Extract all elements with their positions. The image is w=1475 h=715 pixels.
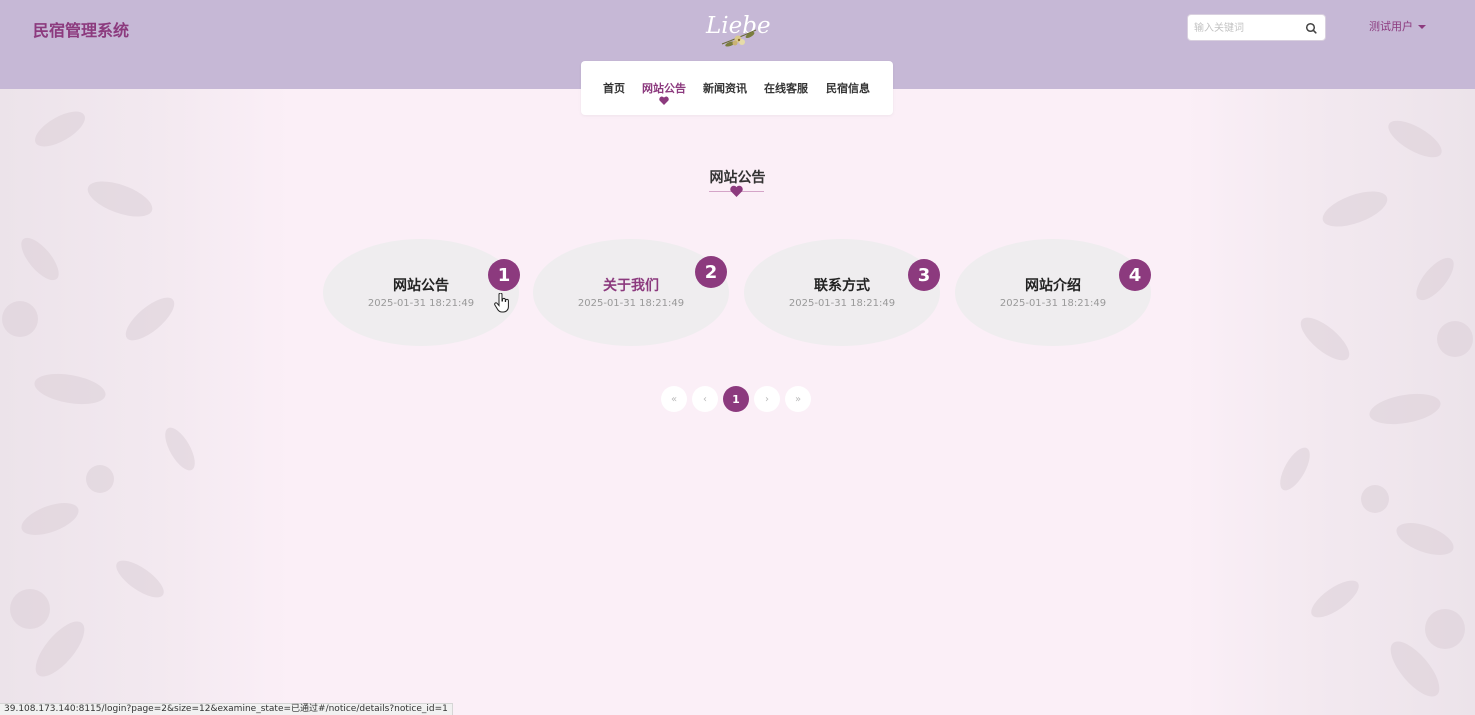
notice-number-badge: 1 bbox=[488, 259, 520, 291]
first-page-button[interactable]: « bbox=[661, 386, 687, 412]
liebe-logo[interactable]: Liebe bbox=[700, 2, 776, 54]
last-page-button[interactable]: » bbox=[785, 386, 811, 412]
notice-number-badge: 3 bbox=[908, 259, 940, 291]
main-nav: 首页 网站公告 新闻资讯 在线客服 民宿信息 bbox=[581, 61, 893, 115]
link-status-bar: 39.108.173.140:8115/login?page=2&size=12… bbox=[0, 703, 453, 715]
chevron-down-icon bbox=[1418, 24, 1426, 29]
nav-item-notices[interactable]: 网站公告 bbox=[642, 80, 686, 96]
heart-icon bbox=[659, 96, 669, 105]
notice-date: 2025-01-31 18:21:49 bbox=[999, 298, 1107, 309]
notice-card[interactable]: 联系方式 2025-01-31 18:21:49 bbox=[744, 239, 940, 346]
search-box bbox=[1187, 14, 1326, 41]
nav-item-customer-service[interactable]: 在线客服 bbox=[764, 80, 808, 96]
user-menu[interactable]: 测试用户 bbox=[1369, 18, 1426, 34]
heart-icon bbox=[730, 185, 743, 197]
nav-item-homestay-info[interactable]: 民宿信息 bbox=[826, 80, 870, 96]
notice-card[interactable]: 关于我们 2025-01-31 18:21:49 bbox=[533, 239, 729, 346]
section-title: 网站公告 bbox=[709, 170, 766, 186]
notice-date: 2025-01-31 18:21:49 bbox=[367, 298, 475, 309]
logo-text: Liebe bbox=[705, 13, 771, 39]
hand-cursor-icon bbox=[494, 293, 509, 313]
prev-page-button[interactable]: ‹ bbox=[692, 386, 718, 412]
search-icon[interactable] bbox=[1305, 22, 1317, 34]
notice-number-badge: 4 bbox=[1119, 259, 1151, 291]
current-page-button[interactable]: 1 bbox=[723, 386, 749, 412]
brand-title[interactable]: 民宿管理系统 bbox=[33, 17, 129, 41]
notice-number-badge: 2 bbox=[695, 256, 727, 288]
search-input[interactable] bbox=[1194, 20, 1294, 36]
nav-item-news[interactable]: 新闻资讯 bbox=[703, 80, 747, 96]
notice-card[interactable]: 网站介绍 2025-01-31 18:21:49 bbox=[955, 239, 1151, 346]
user-name: 测试用户 bbox=[1369, 20, 1413, 33]
notice-date: 2025-01-31 18:21:49 bbox=[788, 298, 896, 309]
next-page-button[interactable]: › bbox=[754, 386, 780, 412]
notice-date: 2025-01-31 18:21:49 bbox=[577, 298, 685, 309]
notice-card[interactable]: 网站公告 2025-01-31 18:21:49 bbox=[323, 239, 519, 346]
nav-item-home[interactable]: 首页 bbox=[603, 80, 625, 96]
